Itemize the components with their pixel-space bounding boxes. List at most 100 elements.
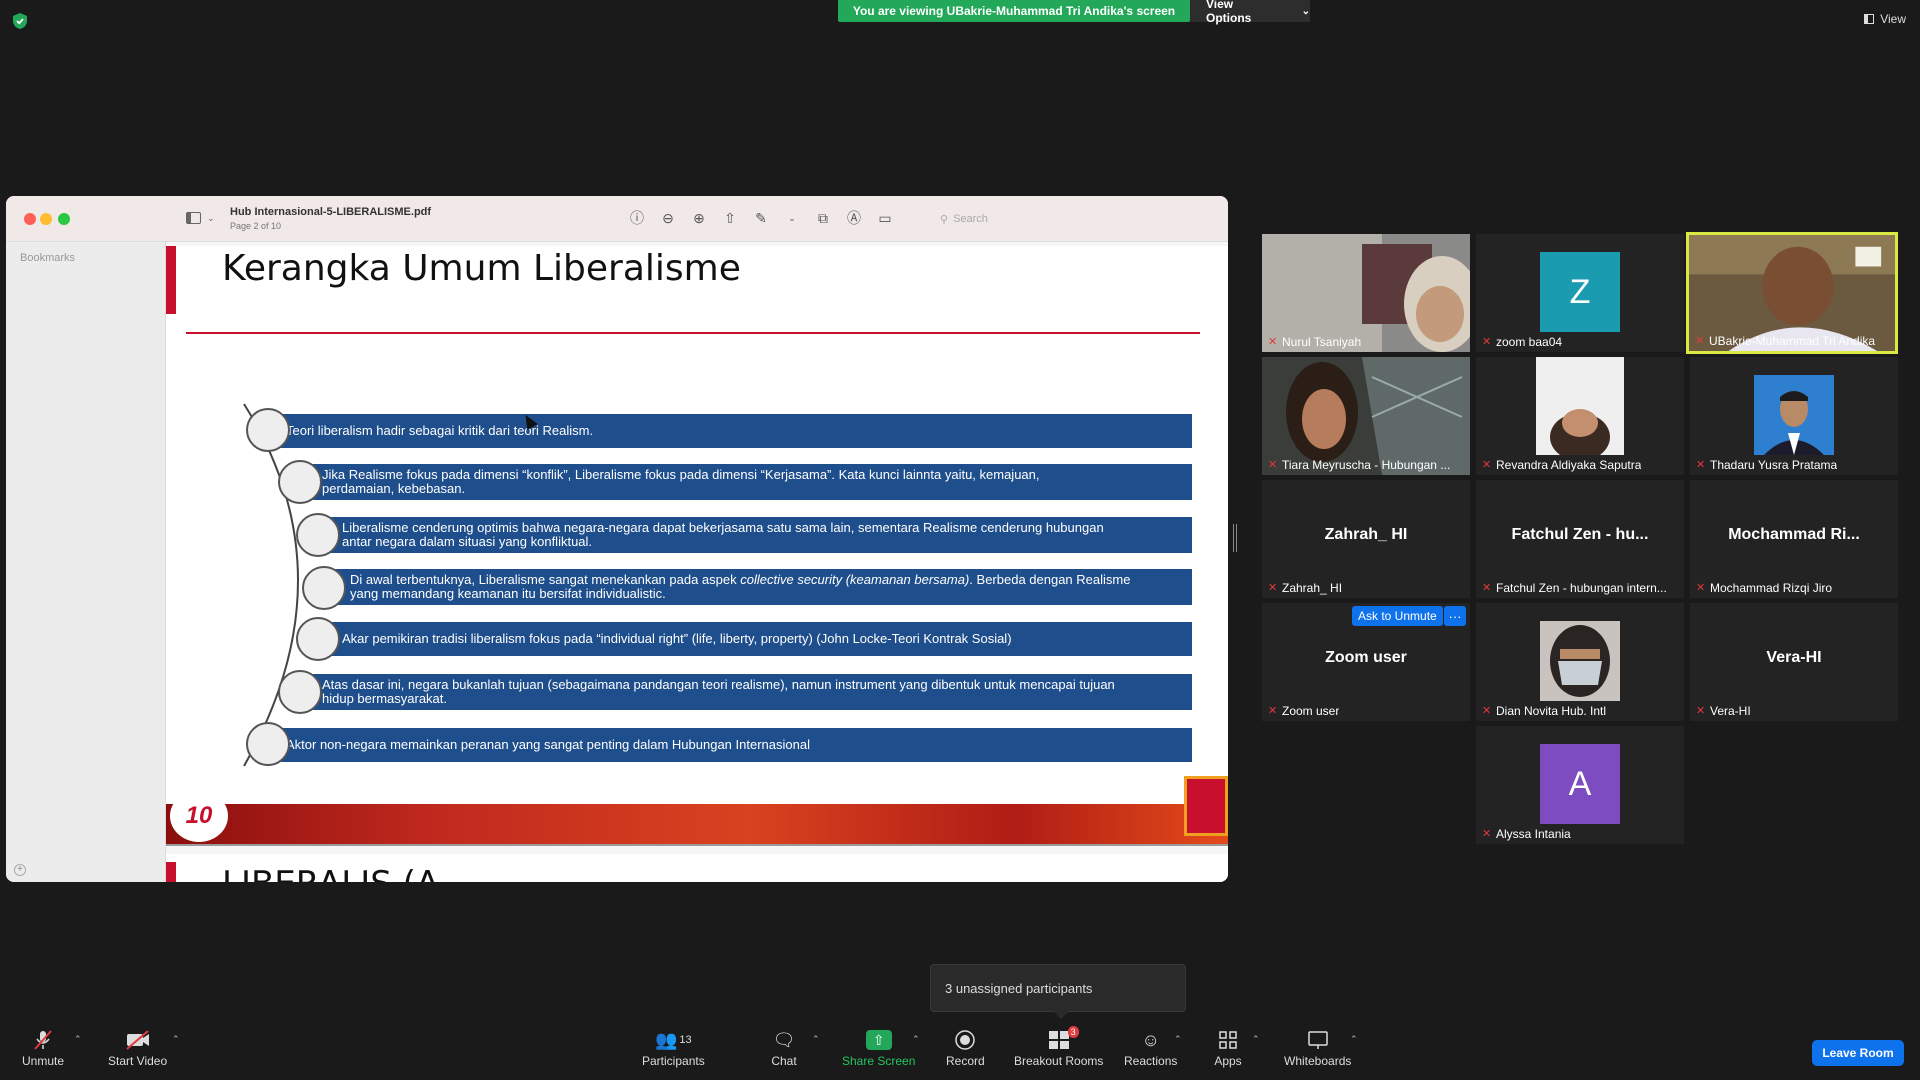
participant-name: Tiara Meyruscha - Hubungan ... [1282,458,1451,472]
breakout-rooms-badge: 3 [1067,1026,1079,1038]
breakout-rooms-button[interactable]: 3 Breakout Rooms [1014,1026,1103,1068]
participant-center-name: Mochammad Ri... [1728,526,1860,543]
unassigned-participants-toast[interactable]: 3 unassigned participants [930,964,1186,1012]
participant-center-name: Fatchul Zen - hu... [1511,526,1649,543]
unmute-button[interactable]: Unmute [22,1028,64,1068]
viewing-screen-banner: You are viewing UBakrie-Muhammad Tri And… [838,0,1190,22]
participant-tile-active-speaker[interactable]: ✕ UBakrie-Muhammad Tri Andika [1686,232,1898,354]
participant-name: zoom baa04 [1496,335,1563,349]
annotate-icon[interactable]: Ⓐ [845,209,863,227]
reactions-options-caret[interactable]: ⌃ [1174,1034,1182,1045]
university-anniversary-logo: 10 [170,790,228,842]
participant-name: Nurul Tsaniyah [1282,335,1362,349]
record-label: Record [946,1054,985,1068]
panel-resize-handle[interactable] [1233,524,1237,552]
zoom-out-icon[interactable]: ⊖ [659,209,677,227]
audio-options-caret[interactable]: ⌃ [74,1034,82,1045]
participants-button[interactable]: 👥 13 Participants [642,1028,705,1069]
whiteboards-options-caret[interactable]: ⌃ [1350,1034,1358,1045]
participant-tile[interactable]: Zahrah_ HI ✕ Zahrah_ HI [1262,480,1470,598]
chevron-down-icon[interactable]: ⌄ [783,209,801,227]
shared-screen: ⌄ Hub Internasional-5-LIBERALISME.pdf Pa… [6,196,1228,882]
view-button[interactable]: View [1864,12,1906,26]
participant-tile[interactable]: ✕ Nurul Tsaniyah [1262,234,1470,352]
preview-toolbar: ⓘ ⊖ ⊕ ⇧ ✎ ⌄ ⧉ Ⓐ ▭ [628,209,894,227]
participant-center-name: Zoom user [1325,649,1407,666]
add-bookmark-icon[interactable]: + [14,864,26,876]
view-options-label: View Options [1206,0,1252,25]
participant-tile[interactable]: Mochammad Ri... ✕ Mochammad Rizqi Jiro [1690,480,1898,598]
info-icon[interactable]: ⓘ [628,209,646,227]
participant-tile[interactable]: ✕ Tiara Meyruscha - Hubungan ... [1262,357,1470,475]
close-window-button[interactable] [24,213,36,225]
ask-to-unmute-button[interactable]: Ask to Unmute [1352,606,1443,626]
share-screen-button[interactable]: ⇧ Share Screen [842,1028,915,1068]
participant-tile[interactable]: Vera-HI ✕ Vera-HI [1690,603,1898,721]
breakout-rooms-icon: 3 [1045,1026,1079,1052]
participant-tile[interactable]: A ✕ Alyssa Intania [1476,726,1684,844]
toast-pointer [1053,1011,1069,1019]
participants-icon: 👥 [655,1029,678,1050]
zoom-window-button[interactable] [58,213,70,225]
slide-bullet-7: Aktor non-negara memainkan peranan yang … [262,728,1192,762]
participant-name: Zoom user [1282,704,1340,718]
markup-pen-icon[interactable]: ✎ [752,209,770,227]
view-layout-icon [1864,14,1875,24]
whiteboards-label: Whiteboards [1284,1054,1352,1068]
zoom-in-icon[interactable]: ⊕ [690,209,708,227]
muted-microphone-icon [29,1028,57,1052]
zoom-meeting-window: You are viewing UBakrie-Muhammad Tri And… [0,0,1920,1080]
participant-tile[interactable]: ✕ Revandra Aldiyaka Saputra [1476,357,1684,475]
share-screen-arrow-icon: ⇧ [865,1030,892,1050]
sidebar-icon [186,212,201,224]
minimize-window-button[interactable] [40,213,52,225]
participant-name: Revandra Aldiyaka Saputra [1496,458,1642,472]
slide-bullet-6: Atas dasar ini, negara bukanlah tujuan (… [294,674,1192,710]
slide-bullet-4: Di awal terbentuknya, Liberalisme sangat… [318,569,1192,605]
encryption-shield-icon[interactable] [12,12,28,30]
bullet-circle [278,460,322,504]
bullet-circle [246,722,290,766]
whiteboard-icon [1304,1028,1332,1052]
unmute-label: Unmute [22,1054,65,1068]
form-fill-icon[interactable]: ▭ [876,209,894,227]
slide-bullet-5: Akar pemikiran tradisi liberalism fokus … [312,622,1192,656]
slide-accent-bar [166,862,176,882]
search-field[interactable]: ⚲ Search [940,210,1030,228]
muted-mic-icon: ✕ [1268,582,1278,594]
muted-mic-icon: ✕ [1482,582,1492,594]
start-video-button[interactable]: Start Video [108,1028,167,1068]
search-icon: ⚲ [940,213,949,226]
share-screen-label: Share Screen [842,1054,916,1068]
slide-corner-emblem [1184,776,1228,836]
participant-tile[interactable]: Z ✕ zoom baa04 [1476,234,1684,352]
chat-label: Chat [771,1054,797,1068]
slide-page: Kerangka Umum Liberalisme Teori liberali… [166,246,1228,846]
participant-tile[interactable]: Ask to Unmute ··· Zoom user ✕ Zoom user [1262,603,1470,721]
participant-tile[interactable]: ✕ Dian Novita Hub. Intl [1476,603,1684,721]
participant-tile[interactable]: ✕ Thadaru Yusra Pratama [1690,357,1898,475]
apps-options-caret[interactable]: ⌃ [1252,1034,1260,1045]
sidebar-toggle-button[interactable]: ⌄ [186,210,220,226]
slide-bullet-1: Teori liberalism hadir sebagai kritik da… [262,414,1192,448]
apps-button[interactable]: Apps [1214,1028,1242,1068]
more-options-button[interactable]: ··· [1444,606,1466,626]
video-options-caret[interactable]: ⌃ [172,1034,180,1045]
participants-count: 13 [679,1034,692,1046]
share-icon[interactable]: ⇧ [721,209,739,227]
smiley-icon: ☺ [1141,1029,1160,1050]
video-off-icon [124,1028,152,1052]
rotate-icon[interactable]: ⧉ [814,209,832,227]
chat-button[interactable]: 🗨 Chat [770,1028,798,1069]
muted-mic-icon: ✕ [1482,336,1492,348]
view-options-button[interactable]: View Options ⌄ [1190,0,1310,25]
reactions-button[interactable]: ☺ Reactions [1124,1028,1177,1069]
next-slide-title: LIBERALIS (A... [222,864,471,882]
record-icon [951,1028,979,1052]
record-button[interactable]: Record [946,1028,985,1068]
chat-options-caret[interactable]: ⌃ [812,1034,820,1045]
leave-room-button[interactable]: Leave Room [1812,1040,1904,1066]
share-options-caret[interactable]: ⌃ [912,1034,920,1045]
whiteboards-button[interactable]: Whiteboards [1284,1028,1351,1068]
participant-tile[interactable]: Fatchul Zen - hu... ✕ Fatchul Zen - hubun… [1476,480,1684,598]
